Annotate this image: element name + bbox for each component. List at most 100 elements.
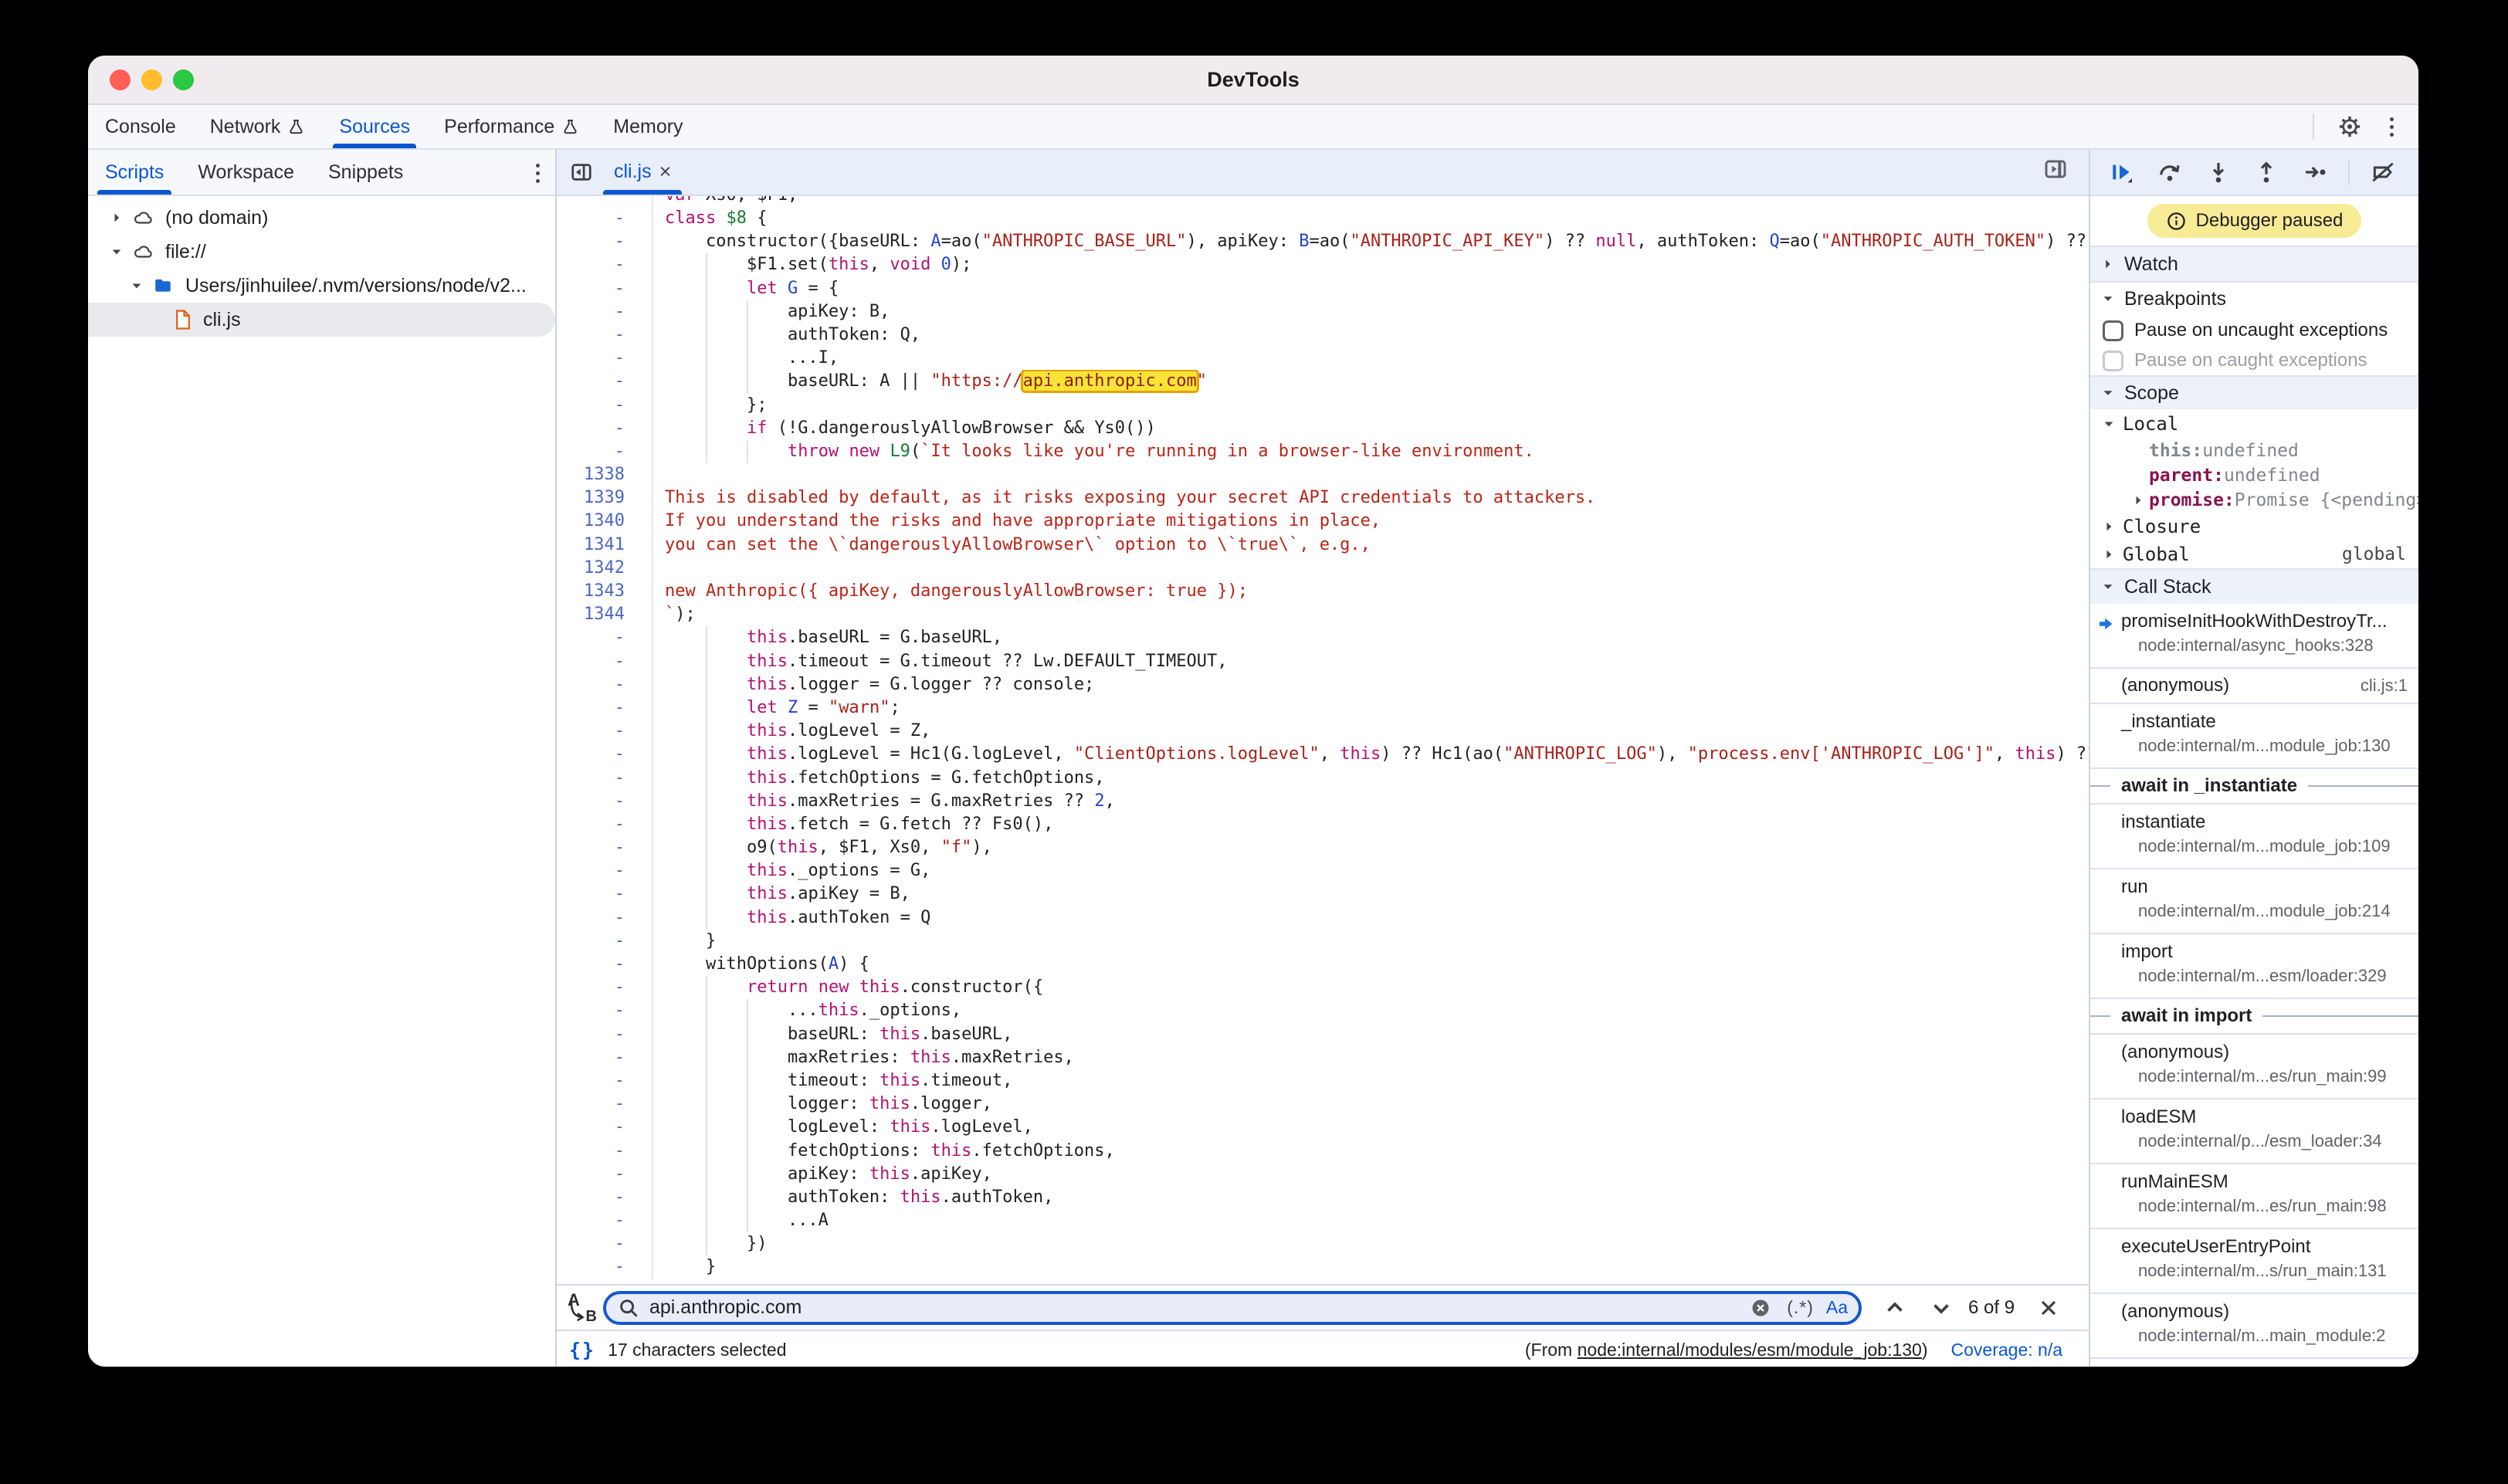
- line-number-gutter[interactable]: -: [557, 1023, 653, 1046]
- line-number-gutter[interactable]: -: [557, 1116, 653, 1139]
- tree-item-cli-js[interactable]: cli.js: [88, 303, 555, 337]
- line-number-gutter[interactable]: -: [557, 626, 653, 649]
- line-number-gutter[interactable]: -: [557, 696, 653, 720]
- line-number-gutter[interactable]: -: [557, 813, 653, 836]
- deactivate-breakpoints-icon[interactable]: [2367, 157, 2399, 188]
- line-number-gutter[interactable]: -: [557, 1140, 653, 1163]
- code-viewer[interactable]: var Xs0, $F1;-class $8 {- constructor({b…: [557, 196, 2089, 1284]
- code-line[interactable]: -class $8 {: [557, 207, 2089, 230]
- code-line[interactable]: - baseURL: this.baseURL,: [557, 1023, 2089, 1046]
- code-line[interactable]: - }: [557, 1255, 2089, 1279]
- code-line-text[interactable]: withOptions(A) {: [653, 953, 2089, 976]
- code-line-text[interactable]: timeout: this.timeout,: [653, 1069, 2089, 1093]
- code-line[interactable]: - authToken: Q,: [557, 324, 2089, 347]
- call-stack-frame[interactable]: instantiatenode:internal/m...module_job:…: [2090, 805, 2418, 869]
- code-line-text[interactable]: logger: this.logger,: [653, 1093, 2089, 1116]
- code-line-text[interactable]: }: [653, 1255, 2089, 1279]
- code-line-text[interactable]: constructor({baseURL: A=ao("ANTHROPIC_BA…: [653, 230, 2089, 253]
- line-number-gutter[interactable]: 1339: [557, 486, 653, 510]
- line-number-gutter[interactable]: -: [557, 650, 653, 673]
- tab-network[interactable]: Network: [193, 105, 323, 148]
- code-line-text[interactable]: new Anthropic({ apiKey, dangerouslyAllow…: [653, 580, 2089, 603]
- code-line[interactable]: - this.logger = G.logger ?? console;: [557, 673, 2089, 696]
- section-call-stack[interactable]: Call Stack: [2090, 568, 2418, 604]
- code-line-text[interactable]: this.apiKey = B,: [653, 883, 2089, 906]
- tab-console[interactable]: Console: [88, 105, 193, 148]
- tab-performance[interactable]: Performance: [427, 105, 596, 148]
- chevron-down-icon[interactable]: [127, 278, 147, 293]
- code-line[interactable]: - ...A: [557, 1209, 2089, 1232]
- code-line[interactable]: - throw new L9(`It looks like you're run…: [557, 440, 2089, 463]
- step-into-icon[interactable]: [2203, 157, 2234, 188]
- match-case-toggle[interactable]: Aa: [1826, 1297, 1848, 1318]
- line-number-gutter[interactable]: -: [557, 370, 653, 393]
- line-number-gutter[interactable]: -: [557, 1046, 653, 1069]
- regex-toggle[interactable]: (.*): [1787, 1297, 1814, 1318]
- line-number-gutter[interactable]: -: [557, 859, 653, 883]
- tree-item-file-[interactable]: file://: [88, 235, 555, 269]
- line-number-gutter[interactable]: 1340: [557, 510, 653, 533]
- code-line[interactable]: - logger: this.logger,: [557, 1093, 2089, 1116]
- toggle-navigator-icon[interactable]: [569, 161, 594, 184]
- tab-snippets[interactable]: Snippets: [311, 150, 420, 195]
- step-icon[interactable]: [2299, 157, 2331, 188]
- replace-toggle-icon[interactable]: AB: [564, 1290, 598, 1326]
- tab-workspace[interactable]: Workspace: [181, 150, 311, 195]
- line-number-gutter[interactable]: -: [557, 930, 653, 953]
- code-line[interactable]: - this.authToken = Q: [557, 906, 2089, 930]
- code-line-text[interactable]: class $8 {: [653, 207, 2089, 230]
- code-line-text[interactable]: maxRetries: this.maxRetries,: [653, 1046, 2089, 1069]
- code-line[interactable]: - apiKey: B,: [557, 300, 2089, 324]
- line-number-gutter[interactable]: -: [557, 836, 653, 859]
- resume-script-icon[interactable]: [2106, 157, 2137, 188]
- line-number-gutter[interactable]: -: [557, 417, 653, 440]
- search-input[interactable]: api.anthropic.com (.*) Aa: [603, 1291, 1862, 1325]
- code-line-text[interactable]: let Z = "warn";: [653, 696, 2089, 720]
- call-stack-frame[interactable]: (anonymous)cli.js:1: [2090, 669, 2418, 704]
- code-line[interactable]: - }: [557, 930, 2089, 953]
- code-line-text[interactable]: this.logLevel = Hc1(G.logLevel, "ClientO…: [653, 743, 2089, 766]
- coverage-link[interactable]: Coverage: n/a: [1951, 1340, 2062, 1360]
- code-line[interactable]: - $F1.set(this, void 0);: [557, 253, 2089, 276]
- next-match-icon[interactable]: [1925, 1292, 1957, 1324]
- call-stack-frame[interactable]: importnode:internal/m...esm/loader:329: [2090, 934, 2418, 999]
- line-number-gutter[interactable]: -: [557, 1093, 653, 1116]
- code-line[interactable]: - let G = {: [557, 277, 2089, 300]
- line-number-gutter[interactable]: -: [557, 230, 653, 253]
- line-number-gutter[interactable]: -: [557, 743, 653, 766]
- code-line[interactable]: - baseURL: A || "https://api.anthropic.c…: [557, 370, 2089, 393]
- code-line[interactable]: - authToken: this.authToken,: [557, 1186, 2089, 1209]
- code-line-text[interactable]: this.baseURL = G.baseURL,: [653, 626, 2089, 649]
- code-line[interactable]: - this.fetch = G.fetch ?? Fs0(),: [557, 813, 2089, 836]
- code-line[interactable]: - this.fetchOptions = G.fetchOptions,: [557, 767, 2089, 790]
- code-line[interactable]: - return new this.constructor({: [557, 976, 2089, 999]
- code-line-text[interactable]: this.maxRetries = G.maxRetries ?? 2,: [653, 790, 2089, 813]
- code-line[interactable]: - fetchOptions: this.fetchOptions,: [557, 1140, 2089, 1163]
- code-line[interactable]: - apiKey: this.apiKey,: [557, 1163, 2089, 1186]
- code-line-text[interactable]: ...this._options,: [653, 999, 2089, 1022]
- code-line[interactable]: - this.maxRetries = G.maxRetries ?? 2,: [557, 790, 2089, 813]
- pause-uncaught-checkbox[interactable]: [2103, 320, 2123, 341]
- code-line-text[interactable]: this.fetch = G.fetch ?? Fs0(),: [653, 813, 2089, 836]
- line-number-gutter[interactable]: 1344: [557, 603, 653, 626]
- code-line-text[interactable]: $F1.set(this, void 0);: [653, 253, 2089, 276]
- line-number-gutter[interactable]: [557, 196, 653, 207]
- close-tab-icon[interactable]: ×: [659, 161, 672, 182]
- code-line[interactable]: - maxRetries: this.maxRetries,: [557, 1046, 2089, 1069]
- pause-caught-checkbox[interactable]: [2103, 351, 2123, 371]
- line-number-gutter[interactable]: 1343: [557, 580, 653, 603]
- code-line[interactable]: - this.logLevel = Z,: [557, 720, 2089, 743]
- code-line[interactable]: 1341you can set the \`dangerouslyAllowBr…: [557, 534, 2089, 557]
- chevron-right-icon[interactable]: [2130, 493, 2146, 508]
- pretty-print-icon[interactable]: {}: [569, 1339, 595, 1361]
- code-line[interactable]: - timeout: this.timeout,: [557, 1069, 2089, 1093]
- navigator-more-icon[interactable]: [531, 159, 544, 188]
- code-line[interactable]: - let Z = "warn";: [557, 696, 2089, 720]
- close-find-bar-icon[interactable]: [2033, 1293, 2064, 1323]
- code-line[interactable]: 1339This is disabled by default, as it r…: [557, 486, 2089, 510]
- line-number-gutter[interactable]: -: [557, 1255, 653, 1279]
- code-line-text[interactable]: return new this.constructor({: [653, 976, 2089, 999]
- scope-local[interactable]: Local: [2090, 409, 2418, 439]
- line-number-gutter[interactable]: -: [557, 347, 653, 370]
- code-line[interactable]: - this.timeout = G.timeout ?? Lw.DEFAULT…: [557, 650, 2089, 673]
